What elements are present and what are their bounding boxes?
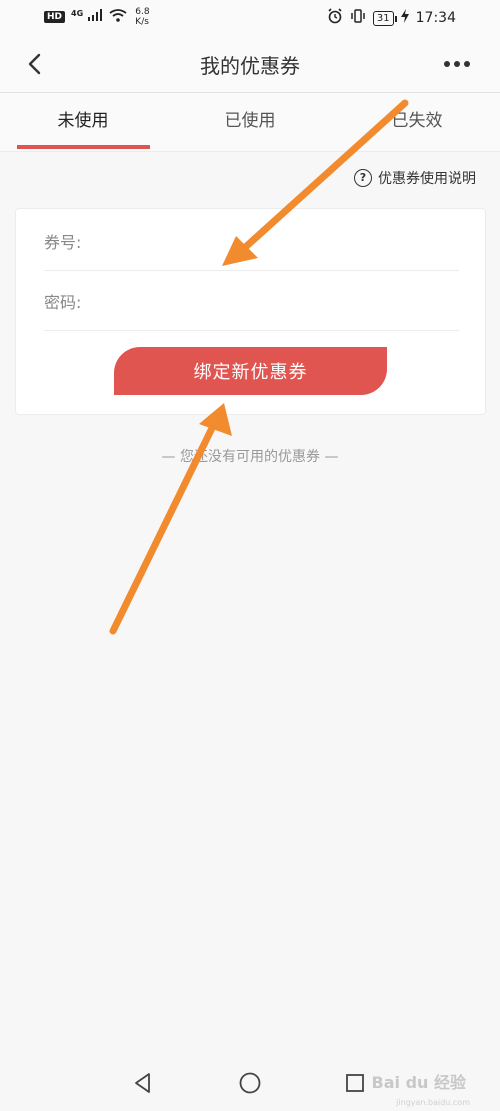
nav-home-button[interactable] [236,1069,264,1097]
question-icon: ? [354,169,372,187]
vibrate-icon [350,8,366,28]
network-type: 4G [71,9,84,18]
triangle-back-icon [135,1073,150,1093]
network-speed: 6.8 K/s [135,7,149,27]
more-dot-icon [454,61,460,67]
password-input[interactable] [92,290,459,311]
clock: 17:34 [415,10,456,26]
coupon-help-link[interactable]: ? 优惠券使用说明 [354,168,476,188]
more-dot-icon [464,61,470,67]
app-header: 我的优惠券 [0,36,500,93]
more-dot-icon [444,61,450,67]
tab-bar: 未使用 已使用 已失效 [0,93,500,152]
nav-back-button[interactable] [129,1069,157,1097]
password-row: 密码: [44,271,459,331]
tab-used[interactable]: 已使用 [167,93,333,151]
tab-unused[interactable]: 未使用 [0,93,166,151]
speed-unit: K/s [135,17,149,27]
coupon-number-input[interactable] [92,230,459,251]
charging-icon [400,9,409,27]
square-recents-icon [346,1074,364,1092]
active-tab-indicator [17,145,150,149]
more-options-button[interactable] [440,50,474,78]
annotation-arrows [109,99,409,635]
alarm-icon [327,8,343,28]
coupon-help-label: 优惠券使用说明 [378,171,476,187]
battery-indicator: 31 [372,10,397,26]
speed-value: 6.8 [135,7,150,17]
watermark-url: jingyan.baidu.com [396,1098,470,1107]
status-bar: HD 4G 6.8 K/s 31 17:34 [0,0,500,36]
wifi-icon [109,8,127,26]
annotation-arrow-to-button [109,403,232,635]
bind-coupon-button[interactable]: 绑定新优惠券 [114,347,387,395]
bind-coupon-card: 券号: 密码: 绑定新优惠券 [15,208,486,415]
status-left: HD 4G 6.8 K/s [44,7,150,27]
status-right: 31 17:34 [327,8,456,28]
page-title: 我的优惠券 [200,54,300,78]
tab-expired[interactable]: 已失效 [334,93,500,151]
baidu-watermark: Bai du 经验 [371,1073,466,1092]
hd-icon: HD [44,11,66,23]
nav-recents-button[interactable] [341,1069,369,1097]
coupon-number-row: 券号: [44,211,459,271]
empty-state-text: — 您还没有可用的优惠券 — [161,449,339,465]
circle-home-icon [239,1072,261,1094]
password-label: 密码: [44,292,82,312]
signal-icon: 4G [71,9,103,25]
coupon-number-label: 券号: [44,232,82,252]
